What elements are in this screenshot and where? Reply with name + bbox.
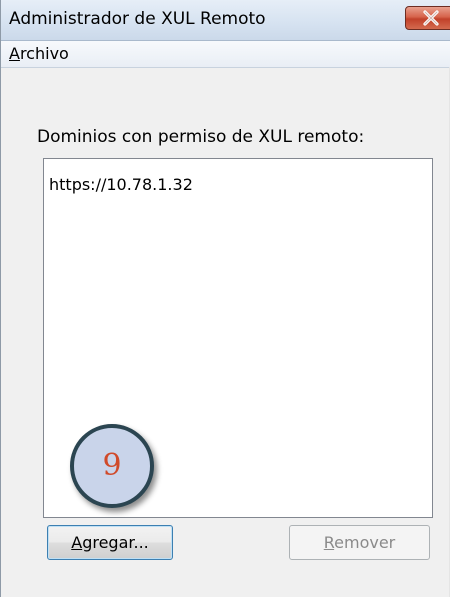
domains-label: Dominios con permiso de XUL remoto:: [37, 127, 365, 147]
close-button[interactable]: [405, 6, 450, 30]
menu-archivo-label: rchivo: [19, 44, 69, 63]
title-bar[interactable]: Administrador de XUL Remoto: [1, 0, 450, 41]
remove-button[interactable]: Remover: [289, 525, 430, 560]
add-button-label: gregar...: [82, 533, 149, 552]
add-button[interactable]: Agregar...: [47, 525, 173, 560]
step-number: 9: [102, 448, 122, 483]
list-item[interactable]: https://10.78.1.32: [49, 175, 193, 194]
add-button-accel: A: [71, 533, 83, 552]
window-title: Administrador de XUL Remoto: [9, 9, 266, 29]
menu-bar: Archivo: [1, 41, 450, 68]
close-icon: [423, 10, 439, 26]
step-callout-badge: 9: [70, 424, 154, 508]
menu-archivo[interactable]: Archivo: [7, 44, 71, 63]
remove-button-label: emover: [334, 533, 396, 552]
remote-xul-manager-window: Administrador de XUL Remoto Archivo Domi…: [0, 0, 450, 597]
menu-archivo-accel: A: [9, 44, 20, 63]
remove-button-accel: R: [323, 533, 335, 552]
